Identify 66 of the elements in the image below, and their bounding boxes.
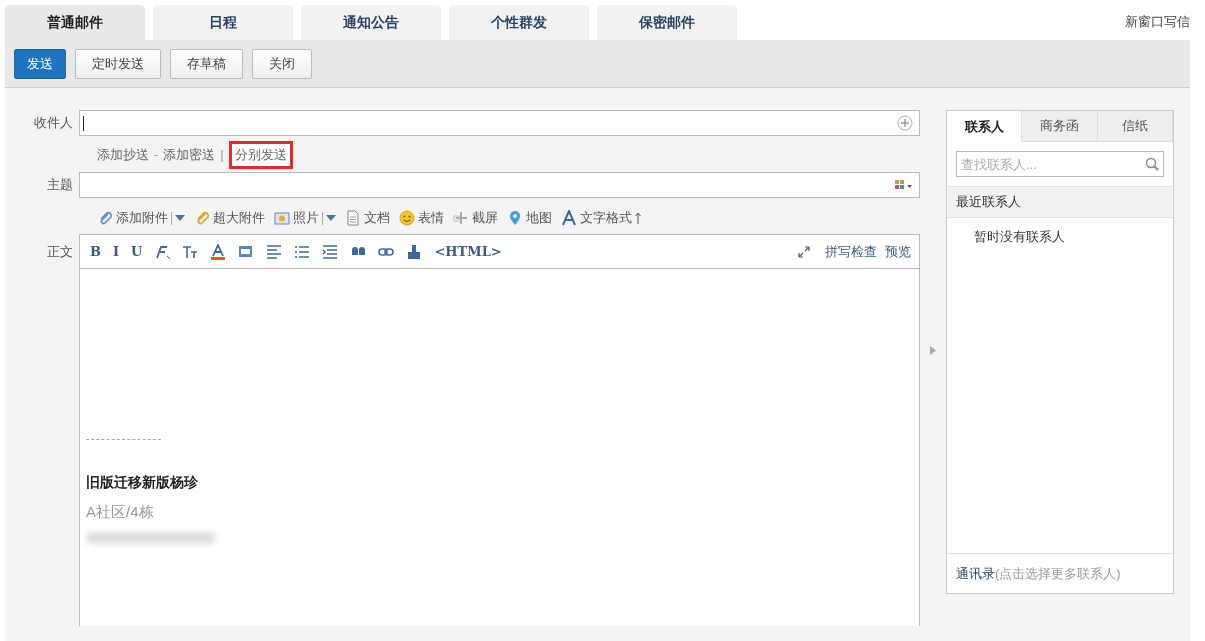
letter-a-icon bbox=[561, 210, 577, 226]
indent-icon[interactable] bbox=[322, 243, 339, 260]
crop-icon bbox=[453, 210, 469, 226]
font-size-icon[interactable] bbox=[182, 243, 199, 260]
signature-address: A社区/4栋 bbox=[86, 502, 155, 522]
attachment-tool[interactable]: 照片 bbox=[274, 208, 319, 228]
toolbar-button[interactable]: 关闭 bbox=[252, 49, 312, 79]
clear-format-icon[interactable] bbox=[154, 243, 171, 260]
editor-link[interactable]: 拼写检查 bbox=[825, 241, 877, 262]
color-grid-icon[interactable] bbox=[895, 180, 913, 190]
format-button[interactable]: <HTML> bbox=[434, 241, 502, 262]
separator: | bbox=[220, 146, 224, 165]
arrow-up-icon[interactable] bbox=[635, 212, 641, 224]
section-header: 最近联系人 bbox=[947, 186, 1173, 218]
address-book-hint[interactable]: 通讯录(点击选择更多联系人) bbox=[956, 563, 1121, 584]
link[interactable]: 添加抄送 bbox=[97, 145, 149, 165]
separator: - bbox=[154, 146, 159, 165]
attachment-tool[interactable]: 文字格式 bbox=[561, 208, 641, 228]
toolbar-button[interactable]: 存草稿 bbox=[170, 49, 243, 79]
paperclip-icon bbox=[194, 210, 210, 226]
editor-link[interactable]: 预览 bbox=[885, 241, 911, 262]
field-label: 主题 bbox=[46, 176, 74, 195]
dropdown-icon[interactable] bbox=[175, 215, 185, 221]
link[interactable]: 分别发送 bbox=[228, 141, 293, 169]
format-button[interactable]: I bbox=[113, 241, 120, 262]
empty-message: 暂时没有联系人 bbox=[973, 228, 1066, 246]
photo-icon bbox=[274, 210, 290, 226]
format-button[interactable]: U bbox=[131, 241, 143, 262]
subject-field[interactable] bbox=[79, 172, 920, 198]
document-icon bbox=[345, 210, 361, 226]
paperclip-icon bbox=[97, 210, 113, 226]
attachment-tool[interactable]: 表情 bbox=[399, 208, 444, 228]
dropdown-icon[interactable] bbox=[326, 215, 336, 221]
search-icon[interactable] bbox=[1145, 157, 1159, 171]
toolbar-button[interactable]: 定时发送 bbox=[75, 49, 161, 79]
attachment-tool[interactable]: 超大附件 bbox=[194, 208, 265, 228]
field-label: 收件人 bbox=[33, 114, 74, 133]
brush-icon[interactable] bbox=[406, 243, 423, 260]
expand-icon[interactable] bbox=[797, 244, 811, 259]
smiley-icon bbox=[399, 210, 415, 226]
tab[interactable]: 商务函 bbox=[1022, 111, 1098, 142]
attachment-tool[interactable]: 文档 bbox=[345, 208, 390, 228]
recipient-field[interactable] bbox=[79, 110, 920, 136]
editor-body[interactable]: 旧版迁移新版杨珍 A社区/4栋 bbox=[79, 269, 920, 626]
tab[interactable]: 日程 bbox=[153, 5, 293, 40]
attachment-tool[interactable]: 截屏 bbox=[453, 208, 498, 228]
tab[interactable]: 普通邮件 bbox=[5, 5, 145, 40]
tab[interactable]: 联系人 bbox=[947, 111, 1023, 142]
send-button[interactable]: 发送 bbox=[14, 49, 66, 79]
align-icon[interactable] bbox=[266, 243, 283, 260]
format-button[interactable]: B bbox=[90, 241, 101, 262]
signature-name: 旧版迁移新版杨珍 bbox=[86, 473, 199, 492]
highlight-icon[interactable] bbox=[238, 243, 255, 260]
new-window-link[interactable]: 新窗口写信 bbox=[1125, 12, 1190, 32]
link[interactable]: 添加密送 bbox=[163, 145, 216, 165]
map-pin-icon bbox=[507, 210, 523, 226]
tab[interactable]: 信纸 bbox=[1097, 111, 1173, 142]
font-color-icon[interactable] bbox=[210, 243, 227, 260]
field-label: 正文 bbox=[46, 243, 74, 261]
attachment-tool[interactable]: 地图 bbox=[507, 208, 552, 228]
list-icon[interactable] bbox=[294, 243, 311, 260]
tab[interactable]: 保密邮件 bbox=[597, 5, 737, 40]
contact-search-field[interactable]: 查找联系人... bbox=[956, 151, 1164, 177]
tab[interactable]: 通知公告 bbox=[301, 5, 441, 40]
tab[interactable]: 个性群发 bbox=[449, 5, 589, 40]
attachment-tool[interactable]: 添加附件 bbox=[97, 208, 168, 228]
